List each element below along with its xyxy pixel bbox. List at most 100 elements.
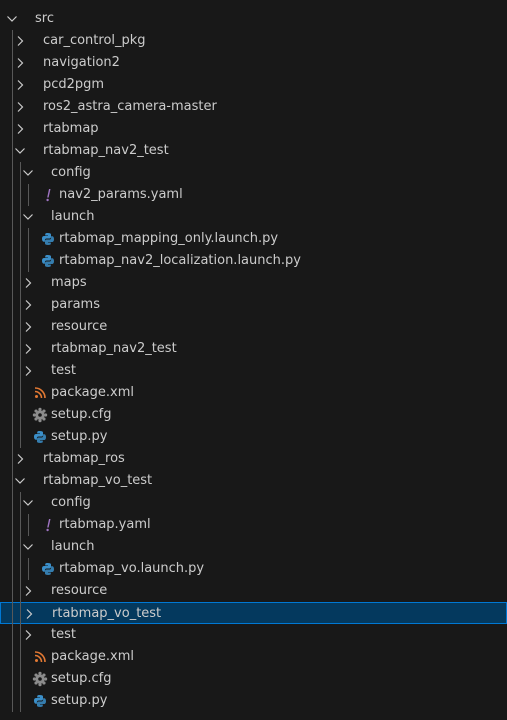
tree-item-label: maps bbox=[51, 275, 87, 290]
chevron-right-icon[interactable] bbox=[20, 580, 36, 602]
folder-row-rtabmap-vo-test[interactable]: rtabmap_vo_test bbox=[0, 602, 507, 624]
python-icon bbox=[40, 253, 56, 269]
tree-item-label: navigation2 bbox=[43, 55, 120, 70]
chevron-right-icon[interactable] bbox=[12, 52, 28, 74]
file-row-setup-cfg[interactable]: setup.cfg bbox=[0, 668, 507, 690]
chevron-down-icon[interactable] bbox=[4, 8, 20, 30]
tree-item-label: rtabmap_vo.launch.py bbox=[59, 561, 205, 576]
tree-item-label: resource bbox=[51, 583, 108, 598]
python-icon bbox=[32, 429, 48, 445]
folder-row-resource[interactable]: resource bbox=[0, 580, 507, 602]
gear-icon bbox=[32, 407, 48, 423]
chevron-down-icon[interactable] bbox=[20, 162, 36, 184]
indent-guide bbox=[20, 162, 21, 448]
tree-item-label: rtabmap.yaml bbox=[59, 517, 151, 532]
tree-item-label: rtabmap_vo_test bbox=[43, 473, 153, 488]
file-row-setup-py[interactable]: setup.py bbox=[0, 690, 507, 712]
chevron-right-icon[interactable] bbox=[12, 118, 28, 140]
chevron-down-icon[interactable] bbox=[20, 206, 36, 228]
file-row-setup-py[interactable]: setup.py bbox=[0, 426, 507, 448]
chevron-right-icon[interactable] bbox=[20, 624, 36, 646]
tree-item-label: test bbox=[51, 627, 76, 642]
tree-item-label: car_control_pkg bbox=[43, 33, 146, 48]
chevron-down-icon[interactable] bbox=[20, 492, 36, 514]
tree-item-label: package.xml bbox=[51, 385, 134, 400]
tree-item-label: rtabmap_nav2_test bbox=[43, 143, 169, 158]
tree-item-label: setup.py bbox=[51, 693, 108, 708]
folder-row-test[interactable]: test bbox=[0, 624, 507, 646]
python-icon bbox=[32, 693, 48, 709]
file-row-rtabmap-vo-launch-py[interactable]: rtabmap_vo.launch.py bbox=[0, 558, 507, 580]
folder-row-config[interactable]: config bbox=[0, 492, 507, 514]
chevron-down-icon bbox=[4, 0, 20, 8]
folder-row-rtabmap-nav2-test[interactable]: rtabmap_nav2_test bbox=[0, 338, 507, 360]
tree-item-label: rtabmap_vo_test bbox=[52, 606, 162, 621]
folder-row-launch[interactable]: launch bbox=[0, 206, 507, 228]
tree-item-label: config bbox=[51, 165, 91, 180]
file-row-rtabmap-nav2-localization-launch-py[interactable]: rtabmap_nav2_localization.launch.py bbox=[0, 250, 507, 272]
tree-item-label: test bbox=[51, 363, 76, 378]
chevron-right-icon[interactable] bbox=[12, 448, 28, 470]
rss-icon bbox=[32, 385, 48, 401]
chevron-right-icon[interactable] bbox=[12, 96, 28, 118]
indent-guide bbox=[28, 228, 29, 272]
file-row-package-xml[interactable]: package.xml bbox=[0, 382, 507, 404]
tree-item-label: rtabmap_mapping_only.launch.py bbox=[59, 231, 279, 246]
folder-row-maps[interactable]: maps bbox=[0, 272, 507, 294]
gear-icon bbox=[32, 671, 48, 687]
folder-row-rtabmap-ros[interactable]: rtabmap_ros bbox=[0, 448, 507, 470]
indent-guide bbox=[28, 184, 29, 206]
tree-item-label: nav2_params.yaml bbox=[59, 187, 183, 202]
folder-row-car-control-pkg[interactable]: car_control_pkg bbox=[0, 30, 507, 52]
chevron-right-icon[interactable] bbox=[21, 603, 37, 625]
rss-icon bbox=[32, 649, 48, 665]
tree-item-label: rtabmap_nav2_localization.launch.py bbox=[59, 253, 301, 268]
tree-item-label: launch bbox=[51, 209, 95, 224]
chevron-right-icon[interactable] bbox=[20, 316, 36, 338]
folder-row-rtabmap-nav2-test[interactable]: rtabmap_nav2_test bbox=[0, 140, 507, 162]
folder-row-navigation2[interactable]: navigation2 bbox=[0, 52, 507, 74]
tree-item-label: setup.py bbox=[51, 429, 108, 444]
file-row-setup-cfg[interactable]: setup.cfg bbox=[0, 404, 507, 426]
folder-row-rtabmap-vo-test[interactable]: rtabmap_vo_test bbox=[0, 470, 507, 492]
tree-item-label: setup.cfg bbox=[51, 407, 112, 422]
chevron-down-icon[interactable] bbox=[12, 470, 28, 492]
folder-row-src[interactable]: src bbox=[0, 8, 507, 30]
file-row-rtabmap-mapping-only-launch-py[interactable]: rtabmap_mapping_only.launch.py bbox=[0, 228, 507, 250]
python-icon bbox=[40, 231, 56, 247]
folder-row-rtabmap[interactable]: rtabmap bbox=[0, 118, 507, 140]
folder-row-resource[interactable]: resource bbox=[0, 316, 507, 338]
chevron-down-icon[interactable] bbox=[12, 140, 28, 162]
chevron-right-icon[interactable] bbox=[12, 74, 28, 96]
tree-item-label: rtabmap_ros bbox=[43, 451, 125, 466]
chevron-right-icon[interactable] bbox=[20, 272, 36, 294]
chevron-right-icon[interactable] bbox=[20, 338, 36, 360]
file-row-nav2-params-yaml[interactable]: nav2_params.yaml bbox=[0, 184, 507, 206]
folder-row-pcd2pgm[interactable]: pcd2pgm bbox=[0, 74, 507, 96]
file-row-rtabmap-yaml[interactable]: rtabmap.yaml bbox=[0, 514, 507, 536]
folder-row-ros2-astra-camera-master[interactable]: ros2_astra_camera-master bbox=[0, 96, 507, 118]
chevron-right-icon[interactable] bbox=[20, 360, 36, 382]
file-row-package-xml[interactable]: package.xml bbox=[0, 646, 507, 668]
exclamation-icon bbox=[40, 187, 56, 203]
folder-row-launch[interactable]: launch bbox=[0, 536, 507, 558]
indent-guide bbox=[28, 514, 29, 536]
chevron-right-icon[interactable] bbox=[20, 294, 36, 316]
tree-item-label: params bbox=[51, 297, 100, 312]
tree-item-label: setup.cfg bbox=[51, 671, 112, 686]
folder-row-config[interactable]: config bbox=[0, 162, 507, 184]
folder-row-test[interactable]: test bbox=[0, 360, 507, 382]
chevron-right-icon[interactable] bbox=[12, 30, 28, 52]
tree-item-label: config bbox=[51, 495, 91, 510]
python-icon bbox=[40, 561, 56, 577]
chevron-down-icon[interactable] bbox=[20, 536, 36, 558]
indent-guide bbox=[20, 492, 21, 712]
tree-item-label: rtabmap_nav2_test bbox=[51, 341, 177, 356]
tree-row-top-cut[interactable] bbox=[0, 0, 507, 8]
tree-item-label: package.xml bbox=[51, 649, 134, 664]
indent-guide bbox=[12, 30, 13, 712]
tree-item-label: ros2_astra_camera-master bbox=[43, 99, 217, 114]
folder-row-params[interactable]: params bbox=[0, 294, 507, 316]
tree-item-label: rtabmap bbox=[43, 121, 99, 136]
tree-item-label: pcd2pgm bbox=[43, 77, 105, 92]
